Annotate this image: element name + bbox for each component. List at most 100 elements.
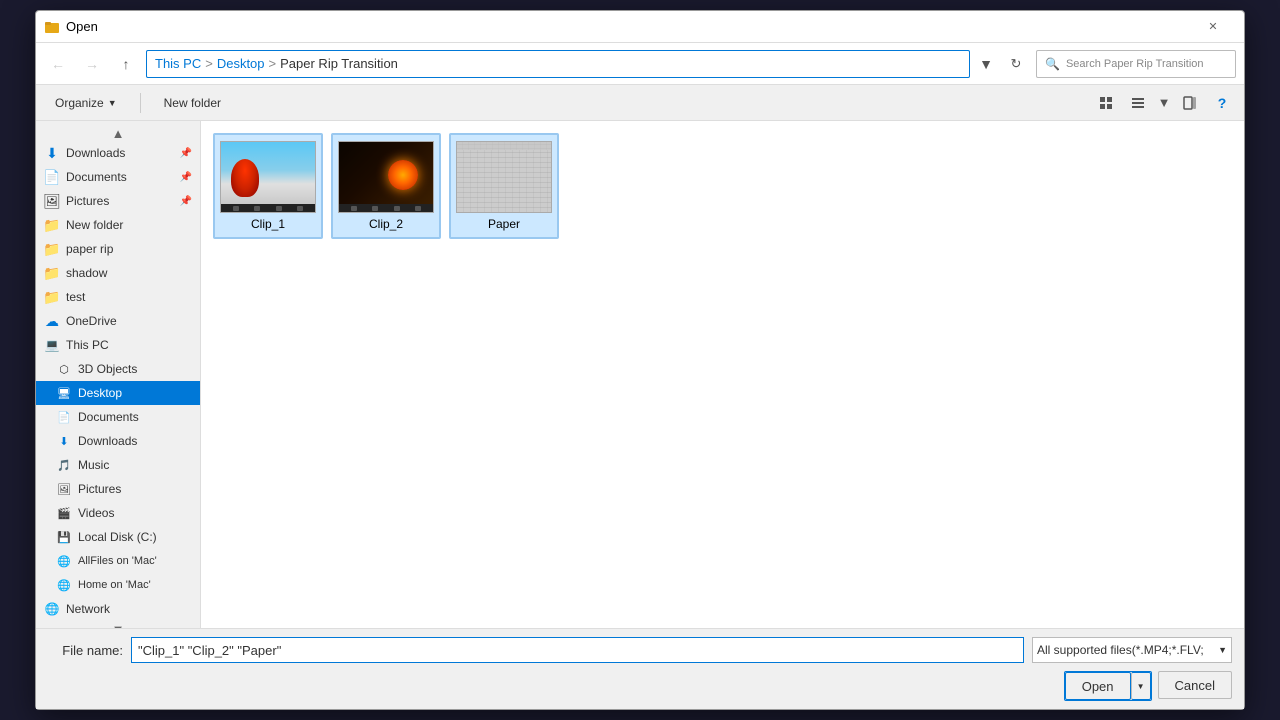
help-button[interactable]: ? xyxy=(1208,89,1236,117)
file-grid: Clip_1 xyxy=(213,133,1232,239)
paper-bg xyxy=(457,142,551,212)
sidebar-item-downloads-pinned[interactable]: ⬇ Downloads 📌 xyxy=(36,141,200,165)
sidebar-item-allfiles-mac[interactable]: 🌐 AllFiles on 'Mac' xyxy=(36,549,200,573)
sidebar-label-3d-objects: 3D Objects xyxy=(78,362,137,376)
sidebar-item-paper-rip[interactable]: 📁 paper rip xyxy=(36,237,200,261)
address-bar: ← → ↑ This PC > Desktop > Paper Rip Tran… xyxy=(36,43,1244,85)
sidebar-scroll-down[interactable]: ▼ xyxy=(36,621,200,628)
sidebar-label-paper-rip: paper rip xyxy=(66,242,113,256)
organize-label: Organize xyxy=(55,96,104,110)
sep2: > xyxy=(269,56,277,71)
film-dot xyxy=(415,206,421,211)
file-name-input[interactable] xyxy=(131,637,1024,663)
dropdown-button[interactable]: ▼ xyxy=(976,50,996,78)
film-dot xyxy=(297,206,303,211)
sidebar-item-documents-pinned[interactable]: 📄 Documents 📌 xyxy=(36,165,200,189)
main-area: ▲ ⬇ Downloads 📌 📄 Documents 📌 🖼 Pictures… xyxy=(36,121,1244,628)
forward-button[interactable]: → xyxy=(78,50,106,78)
sidebar-item-3d-objects[interactable]: ⬡ 3D Objects xyxy=(36,357,200,381)
sidebar-item-desktop[interactable]: 🖥 Desktop xyxy=(36,381,200,405)
documents-icon: 📄 xyxy=(44,169,60,185)
sidebar-label-allfiles-mac: AllFiles on 'Mac' xyxy=(78,555,157,567)
sidebar-item-new-folder[interactable]: 📁 New folder xyxy=(36,213,200,237)
sidebar-item-music[interactable]: 🎵 Music xyxy=(36,453,200,477)
new-folder-button[interactable]: New folder xyxy=(153,90,232,116)
extra-large-icons-view[interactable] xyxy=(1092,89,1120,117)
cancel-label: Cancel xyxy=(1175,678,1215,693)
preview-pane[interactable] xyxy=(1176,89,1204,117)
cancel-button[interactable]: Cancel xyxy=(1158,671,1232,699)
file-thumbnail-clip1 xyxy=(220,141,316,213)
file-thumbnail-clip2 xyxy=(338,141,434,213)
downloads-icon: ⬇ xyxy=(44,145,60,161)
test-icon: 📁 xyxy=(44,289,60,305)
sidebar-label-shadow: shadow xyxy=(66,266,107,280)
paper-rip-icon: 📁 xyxy=(44,241,60,257)
sidebar-label-test: test xyxy=(66,290,85,304)
sidebar-item-home-mac[interactable]: 🌐 Home on 'Mac' xyxy=(36,573,200,597)
open-arrow-icon: ▼ xyxy=(1137,682,1145,691)
sidebar-label-downloads: Downloads xyxy=(78,434,137,448)
allfiles-mac-icon: 🌐 xyxy=(56,553,72,569)
sidebar-item-documents[interactable]: 📄 Documents xyxy=(36,405,200,429)
file-thumbnail-paper xyxy=(456,141,552,213)
open-button[interactable]: Open xyxy=(1065,672,1131,700)
sidebar: ▲ ⬇ Downloads 📌 📄 Documents 📌 🖼 Pictures… xyxy=(36,121,201,628)
search-icon: 🔍 xyxy=(1045,57,1060,71)
new-folder-icon: 📁 xyxy=(44,217,60,233)
film-dot xyxy=(351,206,357,211)
details-view[interactable] xyxy=(1124,89,1152,117)
paper-detail xyxy=(457,150,551,212)
organize-button[interactable]: Organize ▼ xyxy=(44,90,128,116)
sidebar-item-test[interactable]: 📁 test xyxy=(36,285,200,309)
refresh-button[interactable]: ↻ xyxy=(1002,50,1030,78)
sidebar-label-network: Network xyxy=(66,602,110,616)
desktop-icon: 🖥 xyxy=(56,385,72,401)
buttons-row: Open ▼ Cancel xyxy=(48,671,1232,701)
file-area[interactable]: Clip_1 xyxy=(201,121,1244,628)
breadcrumb-bar[interactable]: This PC > Desktop > Paper Rip Transition xyxy=(146,50,970,78)
pictures-folder-icon: 🖼 xyxy=(56,481,72,497)
breadcrumb-desktop[interactable]: Desktop xyxy=(217,56,265,71)
file-type-dropdown[interactable]: All supported files(*.MP4;*.FLV; ▼ xyxy=(1032,637,1232,663)
sidebar-item-shadow[interactable]: 📁 shadow xyxy=(36,261,200,285)
bottom-bar: File name: All supported files(*.MP4;*.F… xyxy=(36,628,1244,709)
sidebar-label-this-pc: This PC xyxy=(66,338,109,352)
sidebar-item-pictures-pinned[interactable]: 🖼 Pictures 📌 xyxy=(36,189,200,213)
breadcrumb-this-pc[interactable]: This PC xyxy=(155,56,201,71)
sidebar-item-downloads[interactable]: ⬇ Downloads xyxy=(36,429,200,453)
toolbar-divider xyxy=(140,93,141,113)
sidebar-item-network[interactable]: 🌐 Network xyxy=(36,597,200,621)
sun-orb xyxy=(388,160,418,190)
search-box[interactable]: 🔍 Search Paper Rip Transition xyxy=(1036,50,1236,78)
up-button[interactable]: ↑ xyxy=(112,50,140,78)
back-button[interactable]: ← xyxy=(44,50,72,78)
sidebar-item-pictures[interactable]: 🖼 Pictures xyxy=(36,477,200,501)
network-icon: 🌐 xyxy=(44,601,60,617)
open-dropdown-button[interactable]: ▼ xyxy=(1131,672,1151,700)
downloads-folder-icon: ⬇ xyxy=(56,433,72,449)
sidebar-item-videos[interactable]: 🎬 Videos xyxy=(36,501,200,525)
film-dot xyxy=(372,206,378,211)
sidebar-label-onedrive: OneDrive xyxy=(66,314,117,328)
music-icon: 🎵 xyxy=(56,457,72,473)
sidebar-item-onedrive[interactable]: ☁ OneDrive xyxy=(36,309,200,333)
this-pc-icon: 💻 xyxy=(44,337,60,353)
pin-icon3: 📌 xyxy=(180,196,192,207)
sidebar-scroll-up[interactable]: ▲ xyxy=(36,125,200,141)
sidebar-item-this-pc[interactable]: 💻 This PC xyxy=(36,333,200,357)
film-dot xyxy=(254,206,260,211)
videos-icon: 🎬 xyxy=(56,505,72,521)
sidebar-label-documents: Documents xyxy=(78,410,139,424)
view-dropdown[interactable]: ▼ xyxy=(1156,89,1172,117)
file-item-paper[interactable]: Paper xyxy=(449,133,559,239)
sidebar-item-local-disk[interactable]: 💾 Local Disk (C:) xyxy=(36,525,200,549)
home-mac-icon: 🌐 xyxy=(56,577,72,593)
open-button-group: Open ▼ xyxy=(1064,671,1152,701)
figure xyxy=(231,159,259,197)
file-type-label: All supported files(*.MP4;*.FLV; xyxy=(1037,643,1214,657)
file-item-clip1[interactable]: Clip_1 xyxy=(213,133,323,239)
search-placeholder: Search Paper Rip Transition xyxy=(1066,58,1204,70)
close-button[interactable]: ✕ xyxy=(1190,11,1236,43)
file-item-clip2[interactable]: Clip_2 xyxy=(331,133,441,239)
